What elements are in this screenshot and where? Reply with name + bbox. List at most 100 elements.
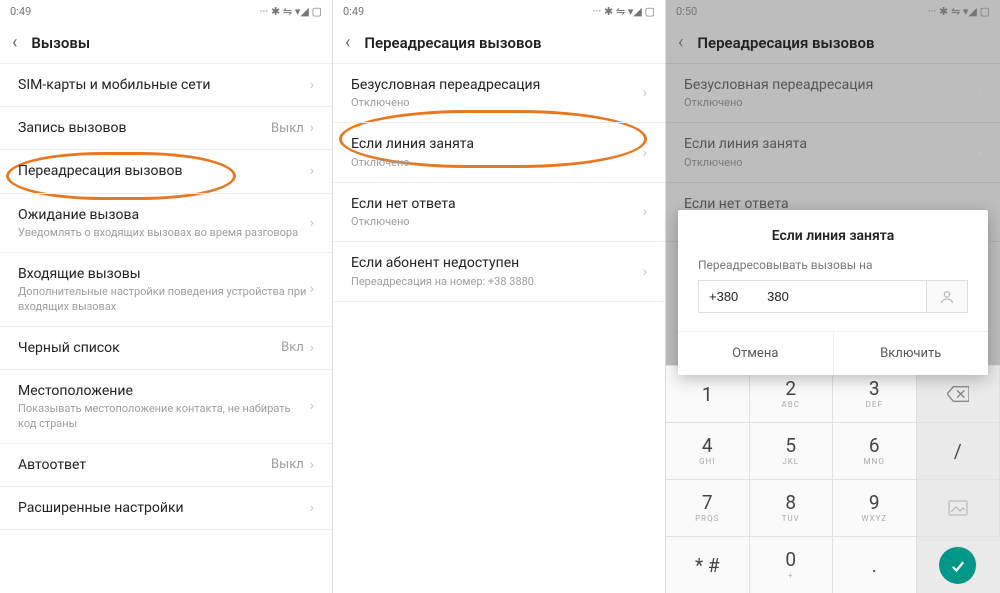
settings-item[interactable]: Ожидание вызоваУведомлять о входящих выз…: [0, 194, 332, 253]
screen-title: Переадресация вызовов: [364, 34, 541, 52]
item-label: Местоположение: [18, 382, 310, 400]
key-digit: 1: [702, 385, 713, 404]
key-digit: 2: [785, 379, 796, 398]
keypad-key-0[interactable]: 0+: [750, 536, 834, 593]
settings-item[interactable]: Запись вызововВыкл›: [0, 107, 332, 150]
status-icons: ··· ✱ ⇋ ▾◢ ▢: [593, 5, 655, 18]
key-letters: +: [788, 571, 794, 580]
status-bar: 0:49 ··· ✱ ⇋ ▾◢ ▢: [333, 0, 665, 22]
keypad-key-5[interactable]: 5JKL: [750, 422, 834, 479]
item-subtitle: Уведомлять о входящих вызовах во время р…: [18, 226, 310, 240]
chevron-right-icon: ›: [310, 215, 314, 231]
keypad-key-4[interactable]: 4GHI: [666, 422, 750, 479]
key-letters: GHI: [699, 457, 715, 466]
keypad-key-* #[interactable]: * #: [666, 536, 750, 593]
keypad-key-8[interactable]: 8 TUV: [750, 479, 834, 536]
key-digit: 8: [785, 493, 796, 512]
chevron-right-icon: ›: [310, 281, 314, 297]
item-subtitle: Дополнительные настройки поведения устро…: [18, 285, 310, 314]
back-icon[interactable]: ‹: [345, 32, 350, 53]
key-letters: TUV: [782, 514, 800, 523]
status-time: 0:49: [343, 5, 364, 18]
item-label: Входящие вызовы: [18, 265, 310, 283]
dialog-label: Переадресовывать вызовы на: [678, 258, 988, 280]
key-letters: ABC: [782, 400, 800, 409]
item-subtitle: Показывать местоположение контакта, не н…: [18, 402, 310, 431]
settings-item[interactable]: Если линия занятаОтключено›: [333, 123, 665, 182]
backspace-icon: [947, 386, 969, 402]
settings-item[interactable]: Входящие вызовы Дополнительные настройки …: [0, 253, 332, 327]
item-value: Выкл: [271, 121, 304, 136]
key-digit: 9: [869, 493, 880, 512]
item-label: Если абонент недоступен: [351, 254, 643, 272]
item-label: Если линия занята: [351, 135, 643, 153]
enable-button[interactable]: Включить: [834, 332, 989, 375]
key-letters: PRQS: [695, 514, 719, 523]
settings-item[interactable]: Расширенные настройки›: [0, 487, 332, 530]
key-digit: 3: [869, 379, 880, 398]
item-label: Расширенные настройки: [18, 499, 310, 517]
chevron-right-icon: ›: [310, 398, 314, 414]
keypad-key-7[interactable]: 7PRQS: [666, 479, 750, 536]
forward-number-input[interactable]: [698, 280, 926, 313]
settings-item[interactable]: Если линия занятаОтключено›: [666, 123, 1000, 182]
key-digit: /: [954, 442, 962, 461]
back-icon[interactable]: ‹: [12, 32, 17, 53]
item-label: SIM-карты и мобильные сети: [18, 76, 310, 94]
chevron-right-icon: ›: [643, 85, 647, 101]
chevron-right-icon: ›: [310, 457, 314, 473]
screen-header: ‹Вызовы: [0, 22, 332, 64]
settings-item[interactable]: Черный списокВкл ›: [0, 327, 332, 370]
numeric-keypad: 12ABC3DEF4GHI5JKL6MNO/7PRQS8TUV9WXYZ* #0…: [666, 365, 1000, 593]
item-label: Если нет ответа: [351, 195, 643, 213]
settings-item[interactable]: Местоположение Показывать местоположение …: [0, 370, 332, 444]
chevron-right-icon: ›: [643, 264, 647, 280]
status-time: 0:49: [10, 5, 31, 18]
keypad-key-empty[interactable]: [917, 479, 1000, 536]
chevron-right-icon: ›: [310, 340, 314, 356]
status-icons: ··· ✱ ⇋ ▾◢ ▢: [260, 5, 322, 18]
image-icon: [948, 500, 968, 516]
keypad-key-6[interactable]: 6MNO: [833, 422, 917, 479]
item-subtitle: Отключено: [351, 215, 643, 229]
settings-item[interactable]: Переадресация вызовов›: [0, 150, 332, 193]
item-subtitle: Отключено: [684, 96, 978, 110]
settings-item[interactable]: Если абонент недоступенПереадресация на …: [333, 242, 665, 301]
status-time: 0:50: [676, 5, 697, 18]
item-subtitle: Отключено: [684, 156, 978, 170]
back-icon[interactable]: ‹: [678, 32, 683, 53]
dialog-title: Если линия занята: [678, 210, 988, 258]
chevron-right-icon: ›: [978, 145, 982, 161]
chevron-right-icon: ›: [978, 85, 982, 101]
settings-item[interactable]: Безусловная переадресация Отключено›: [333, 64, 665, 123]
keypad-key-.[interactable]: .: [833, 536, 917, 593]
keypad-key-9[interactable]: 9WXYZ: [833, 479, 917, 536]
chevron-right-icon: ›: [310, 163, 314, 179]
chevron-right-icon: ›: [310, 77, 314, 93]
key-letters: MNO: [864, 457, 885, 466]
item-subtitle: Отключено: [351, 96, 643, 110]
chevron-right-icon: ›: [643, 145, 647, 161]
keypad-confirm-button[interactable]: [939, 546, 977, 584]
key-digit: .: [872, 556, 877, 575]
item-label: Безусловная переадресация: [351, 76, 643, 94]
settings-item[interactable]: АвтоответВыкл›: [0, 444, 332, 487]
pick-contact-button[interactable]: [926, 280, 968, 313]
status-bar: 0:50··· ✱ ⇋ ▾◢ ▢: [666, 0, 1000, 22]
screen-header: ‹ Переадресация вызовов: [333, 22, 665, 64]
item-label: Переадресация вызовов: [18, 162, 310, 180]
cancel-button[interactable]: Отмена: [678, 332, 834, 375]
keypad-key-/[interactable]: /: [917, 422, 1000, 479]
item-label: Запись вызовов: [18, 119, 271, 137]
settings-item[interactable]: Если нет ответа Отключено›: [333, 183, 665, 242]
screen-title: Переадресация вызовов: [697, 34, 874, 52]
settings-item[interactable]: SIM-карты и мобильные сети›: [0, 64, 332, 107]
item-label: Черный список: [18, 339, 281, 357]
chevron-right-icon: ›: [310, 500, 314, 516]
settings-item[interactable]: Безусловная переадресацияОтключено›: [666, 64, 1000, 123]
chevron-right-icon: ›: [643, 204, 647, 220]
forwarding-dialog: Если линия занята Переадресовывать вызов…: [678, 210, 988, 375]
key-digit: * #: [695, 556, 720, 575]
item-value: Вкл: [281, 340, 304, 355]
screen-header: ‹ Переадресация вызовов: [666, 22, 1000, 64]
